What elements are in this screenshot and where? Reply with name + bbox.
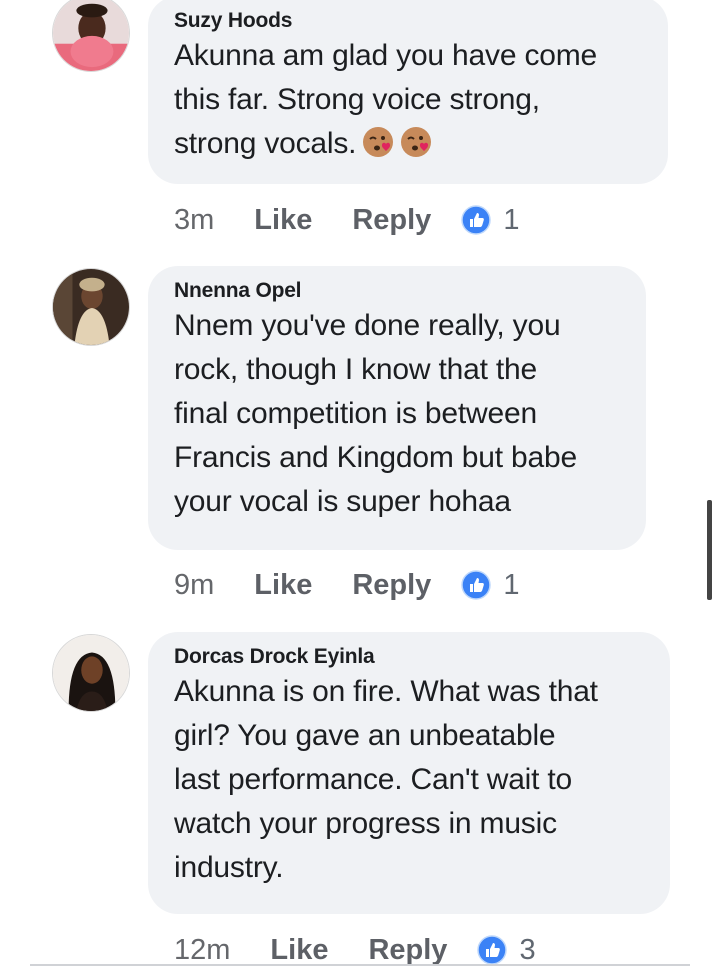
- comment-text-line: final competition is between: [174, 397, 537, 430]
- reply-button[interactable]: Reply: [352, 569, 431, 602]
- comment-text-segment: strong vocals.: [174, 127, 357, 160]
- comment-text-line: Akunna am glad you have come: [174, 39, 597, 72]
- comment-text-line: Francis and Kingdom but babe: [174, 441, 577, 474]
- comment-text-line: this far. Strong voice strong,: [174, 83, 540, 116]
- comment-timestamp[interactable]: 9m: [174, 569, 214, 602]
- scrollbar[interactable]: [707, 500, 712, 600]
- comment-text: Akunna am glad you have come this far. S…: [174, 34, 644, 166]
- avatar[interactable]: [52, 0, 130, 72]
- comment-text-line: strong vocals.: [174, 122, 644, 166]
- thumbs-up-icon[interactable]: [461, 205, 492, 235]
- comment-author[interactable]: Dorcas Drock Eyinla: [174, 644, 646, 670]
- kissing-face-icon: [362, 126, 394, 158]
- comment-bubble: Nnenna Opel Nnem you've done really, you…: [148, 266, 646, 550]
- reaction-count[interactable]: 1: [503, 204, 519, 237]
- comment-text-line: watch your progress in music: [174, 807, 557, 840]
- thumbs-up-icon[interactable]: [477, 935, 508, 965]
- avatar[interactable]: [52, 268, 130, 346]
- comment-text: Akunna is on fire. What was that girl? Y…: [174, 670, 646, 890]
- kissing-face-icon: [400, 126, 432, 158]
- comment-text-line: Nnem you've done really, you: [174, 309, 561, 342]
- comment-text-line: industry.: [174, 851, 284, 884]
- comment-text-line: last performance. Can't wait to: [174, 763, 573, 796]
- comment-actions: 3m Like Reply 1: [174, 200, 519, 240]
- comment-text-line: rock, though I know that the: [174, 353, 537, 386]
- reply-button[interactable]: Reply: [368, 934, 447, 967]
- comment-author[interactable]: Nnenna Opel: [174, 278, 622, 304]
- comment-timestamp[interactable]: 12m: [174, 934, 230, 967]
- reaction-count[interactable]: 3: [519, 934, 535, 967]
- like-button[interactable]: Like: [270, 934, 328, 967]
- comment-bubble: Suzy Hoods Akunna am glad you have come …: [148, 0, 668, 184]
- avatar[interactable]: [52, 634, 130, 712]
- comment-text: Nnem you've done really, you rock, thoug…: [174, 304, 622, 524]
- comment-text-line: Akunna is on fire. What was that: [174, 675, 598, 708]
- comment-author[interactable]: Suzy Hoods: [174, 8, 644, 34]
- comment-bubble: Dorcas Drock Eyinla Akunna is on fire. W…: [148, 632, 670, 914]
- comment-text-line: your vocal is super hohaa: [174, 485, 511, 518]
- reply-button[interactable]: Reply: [352, 204, 431, 237]
- reaction-count[interactable]: 1: [503, 569, 519, 602]
- divider: [30, 964, 690, 966]
- like-button[interactable]: Like: [254, 569, 312, 602]
- comment-timestamp[interactable]: 3m: [174, 204, 214, 237]
- comment-text-line: girl? You gave an unbeatable: [174, 719, 556, 752]
- comment-actions: 9m Like Reply 1: [174, 565, 519, 605]
- like-button[interactable]: Like: [254, 204, 312, 237]
- thumbs-up-icon[interactable]: [461, 570, 492, 600]
